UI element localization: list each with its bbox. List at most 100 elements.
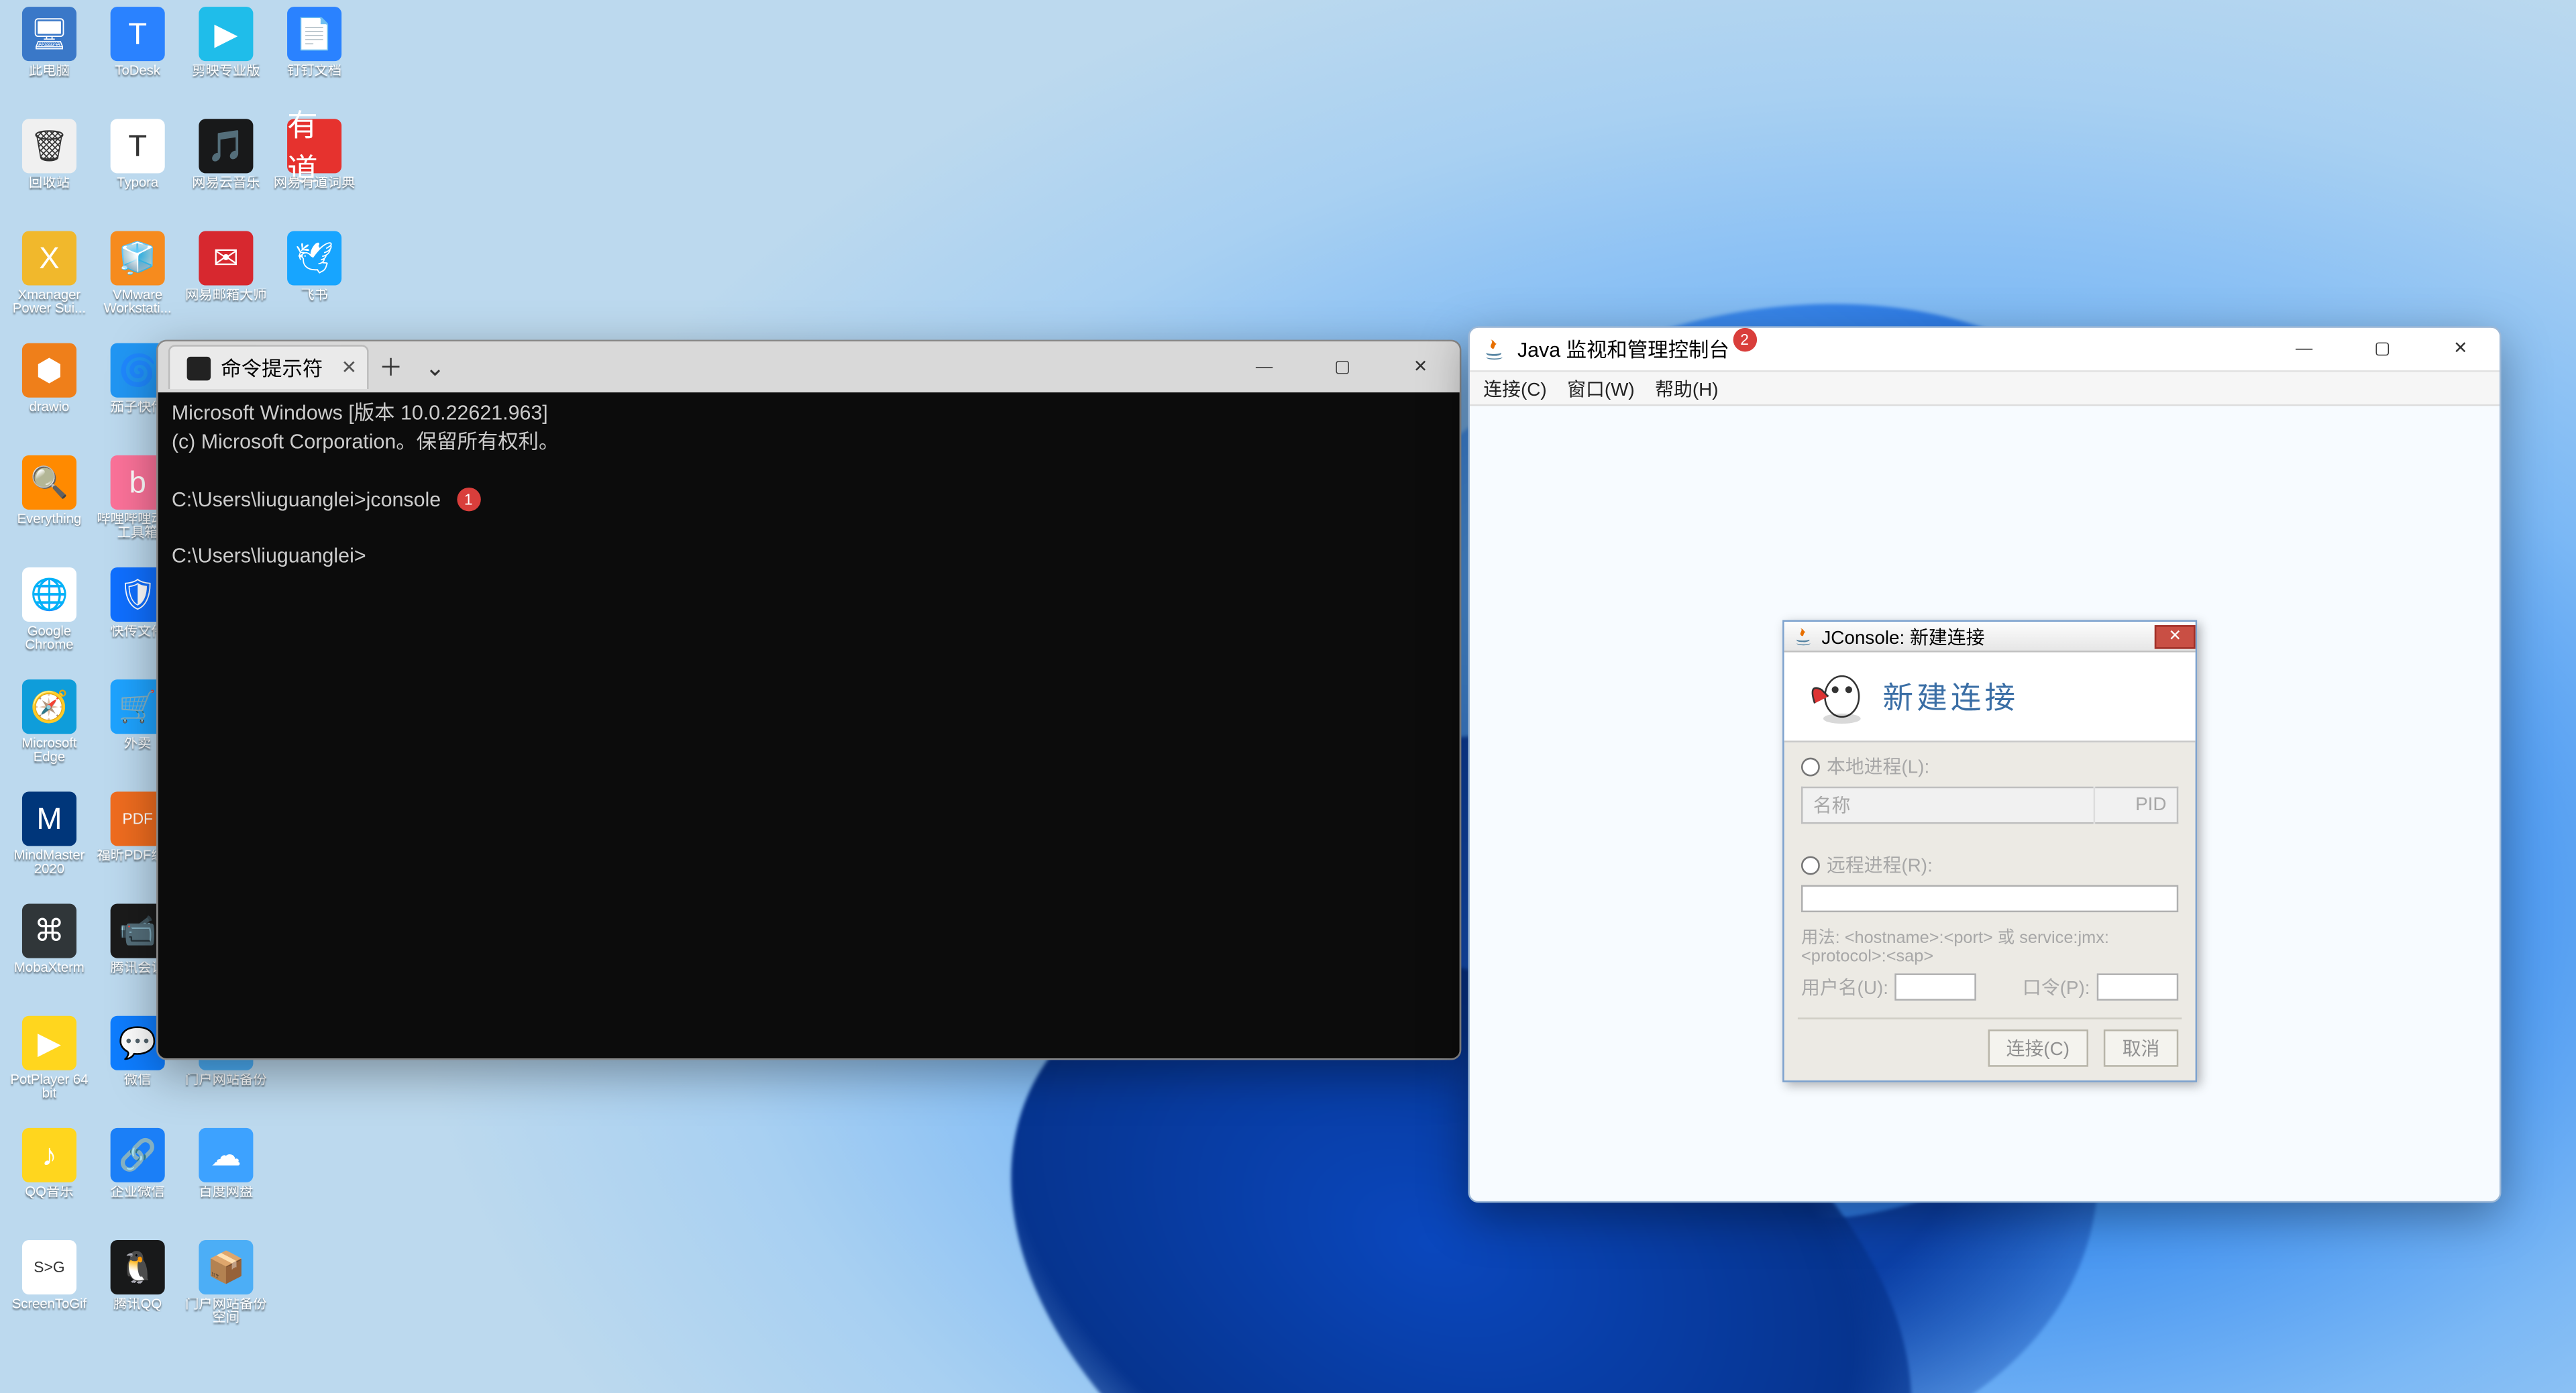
app-icon: 🗑 — [22, 119, 76, 173]
remote-process-section: 远程进程(R): 用法: <hostname>:<port> 或 service… — [1784, 841, 2196, 1017]
desktop-icon[interactable]: ⌘MobaXterm — [7, 904, 92, 1013]
new-tab-button[interactable]: ＋ — [369, 345, 413, 389]
local-radio-input[interactable] — [1801, 757, 1820, 775]
cmd-command: jconsole — [366, 487, 441, 510]
desktop-icon[interactable]: 📦门户网站备份空间 — [184, 1240, 269, 1349]
app-icon: 🐧 — [111, 1240, 165, 1294]
desktop-icon[interactable]: ▶PotPlayer 64 bit — [7, 1016, 92, 1125]
close-button[interactable]: ✕ — [2421, 326, 2500, 374]
app-icon: ⌘ — [22, 904, 76, 958]
cmd-prompt: C:\Users\liuguanglei> — [172, 543, 366, 567]
desktop-icon[interactable]: TToDesk — [95, 7, 180, 115]
desktop-icon[interactable]: 🧊VMware Workstati... — [95, 231, 180, 339]
icon-label: 网易有道词典 — [270, 176, 359, 190]
desktop-icon[interactable]: 🗑回收站 — [7, 119, 92, 227]
desktop-icon[interactable]: 🌐Google Chrome — [7, 567, 92, 676]
password-label: 口令(P): — [2023, 973, 2090, 1001]
cmd-line: Microsoft Windows [版本 10.0.22621.963] — [172, 401, 548, 425]
desktop-icon[interactable]: 🎵网易云音乐 — [184, 119, 269, 227]
icon-label: 百度网盘 — [182, 1186, 270, 1200]
jconsole-menubar: 连接(C) 窗口(W) 帮助(H) — [1470, 372, 2500, 406]
icon-label: MindMaster 2020 — [5, 849, 94, 878]
java-duke-icon — [1805, 666, 1866, 727]
desktop-icon[interactable]: 有道网易有道词典 — [272, 119, 357, 227]
app-icon: 🧭 — [22, 679, 76, 734]
cmd-titlebar[interactable]: 命令提示符 ✕ ＋ ⌄ — ▢ ✕ — [158, 341, 1460, 392]
icon-label: Everything — [5, 513, 94, 527]
desktop-icon[interactable]: 🖥此电脑 — [7, 7, 92, 115]
close-button[interactable]: ✕ — [1381, 341, 1460, 392]
cmd-prompt: C:\Users\liuguanglei> — [172, 487, 366, 510]
app-icon: 有道 — [287, 119, 341, 173]
desktop-icon[interactable]: 🔗 企业微信 — [95, 1128, 180, 1237]
dialog-buttons: 连接(C) 取消 — [1784, 1019, 2196, 1080]
minimize-button[interactable]: — — [1225, 341, 1303, 392]
desktop-icon[interactable]: ⬢drawio — [7, 343, 92, 452]
desktop-icon[interactable]: 📄 钉钉文档 — [272, 7, 357, 115]
remote-process-radio[interactable]: 远程进程(R): — [1801, 851, 2178, 879]
remote-radio-input[interactable] — [1801, 855, 1820, 874]
annotation-badge-1: 1 — [456, 487, 480, 510]
menu-help[interactable]: 帮助(H) — [1655, 375, 1718, 402]
app-icon: 📄 — [287, 7, 341, 61]
app-icon: X — [22, 231, 76, 285]
desktop-icon[interactable]: TTypora — [95, 119, 180, 227]
local-process-radio[interactable]: 本地进程(L): — [1801, 753, 2178, 780]
dialog-titlebar[interactable]: JConsole: 新建连接 ✕ — [1784, 622, 2196, 653]
new-connection-dialog[interactable]: JConsole: 新建连接 ✕ 新建连接 本地进程(L): — [1782, 620, 2197, 1082]
icon-label: 网易邮箱大师 — [182, 289, 270, 303]
app-icon: ♪ — [22, 1128, 76, 1182]
menu-connect[interactable]: 连接(C) — [1483, 375, 1546, 402]
app-icon: 🕊 — [287, 231, 341, 285]
desktop-icon[interactable]: ♪QQ音乐 — [7, 1128, 92, 1237]
username-input[interactable] — [1895, 973, 1977, 1001]
col-name[interactable]: 名称 — [1802, 787, 2095, 823]
cmd-icon — [187, 356, 211, 380]
desktop-icon[interactable]: MMindMaster 2020 — [7, 791, 92, 900]
desktop-icon[interactable]: 🧭Microsoft Edge — [7, 679, 92, 788]
cmd-tab[interactable]: 命令提示符 ✕ — [168, 345, 369, 389]
dialog-close-button[interactable]: ✕ — [2155, 624, 2196, 648]
jconsole-titlebar[interactable]: Java 监视和管理控制台 2 — ▢ ✕ — [1470, 328, 2500, 372]
cmd-terminal-body[interactable]: Microsoft Windows [版本 10.0.22621.963] (c… — [158, 392, 1460, 1058]
menu-window[interactable]: 窗口(W) — [1567, 375, 1635, 402]
icon-label: Xmanager Power Sui... — [5, 289, 94, 318]
desktop-icon[interactable]: ✉网易邮箱大师 — [184, 231, 269, 339]
desktop-icon[interactable]: 🐧腾讯QQ — [95, 1240, 180, 1349]
local-process-table[interactable]: 名称 PID — [1801, 787, 2178, 824]
close-tab-icon[interactable]: ✕ — [341, 357, 357, 379]
jconsole-title: Java 监视和管理控制台 — [1517, 335, 1729, 364]
icon-label: 企业微信 — [93, 1186, 182, 1200]
icon-label: 剪映专业版 — [182, 64, 270, 78]
app-icon: ☁ — [199, 1128, 253, 1182]
icon-label: 飞书 — [270, 289, 359, 303]
jconsole-window[interactable]: Java 监视和管理控制台 2 — ▢ ✕ 连接(C) 窗口(W) 帮助(H) … — [1468, 326, 2501, 1203]
dialog-heading: 新建连接 — [1883, 675, 2019, 719]
tab-dropdown-button[interactable]: ⌄ — [413, 345, 458, 389]
icon-label: 网易云音乐 — [182, 176, 270, 190]
desktop-icon[interactable]: 🕊 飞书 — [272, 231, 357, 339]
remote-address-input[interactable] — [1801, 885, 2178, 913]
icon-label: drawio — [5, 401, 94, 415]
desktop-icon[interactable]: ☁ 百度网盘 — [184, 1128, 269, 1237]
cancel-button[interactable]: 取消 — [2104, 1029, 2178, 1067]
app-icon: 🔗 — [111, 1128, 165, 1182]
desktop-icon[interactable]: S>GScreenToGif — [7, 1240, 92, 1349]
maximize-button[interactable]: ▢ — [1303, 341, 1382, 392]
jconsole-mdi-area: JConsole: 新建连接 ✕ 新建连接 本地进程(L): — [1470, 406, 2500, 1201]
desktop-icon[interactable]: 🔍Everything — [7, 455, 92, 564]
app-icon: T — [111, 7, 165, 61]
maximize-button[interactable]: ▢ — [2343, 326, 2422, 374]
icon-label: 微信 — [93, 1074, 182, 1088]
app-icon: ▶ — [199, 7, 253, 61]
col-pid[interactable]: PID — [2095, 787, 2178, 823]
minimize-button[interactable]: — — [2265, 326, 2343, 374]
icon-label: 钉钉文档 — [270, 64, 359, 78]
password-input[interactable] — [2097, 973, 2179, 1001]
icon-label: 门户网站备份空间 — [182, 1298, 270, 1327]
desktop-icon[interactable]: X Xmanager Power Sui... — [7, 231, 92, 339]
connect-button[interactable]: 连接(C) — [1988, 1029, 2088, 1067]
dialog-header: 新建连接 — [1784, 653, 2196, 742]
cmd-window[interactable]: 命令提示符 ✕ ＋ ⌄ — ▢ ✕ Microsoft Windows [版本 … — [156, 340, 1461, 1060]
desktop-icon[interactable]: ▶ 剪映专业版 — [184, 7, 269, 115]
